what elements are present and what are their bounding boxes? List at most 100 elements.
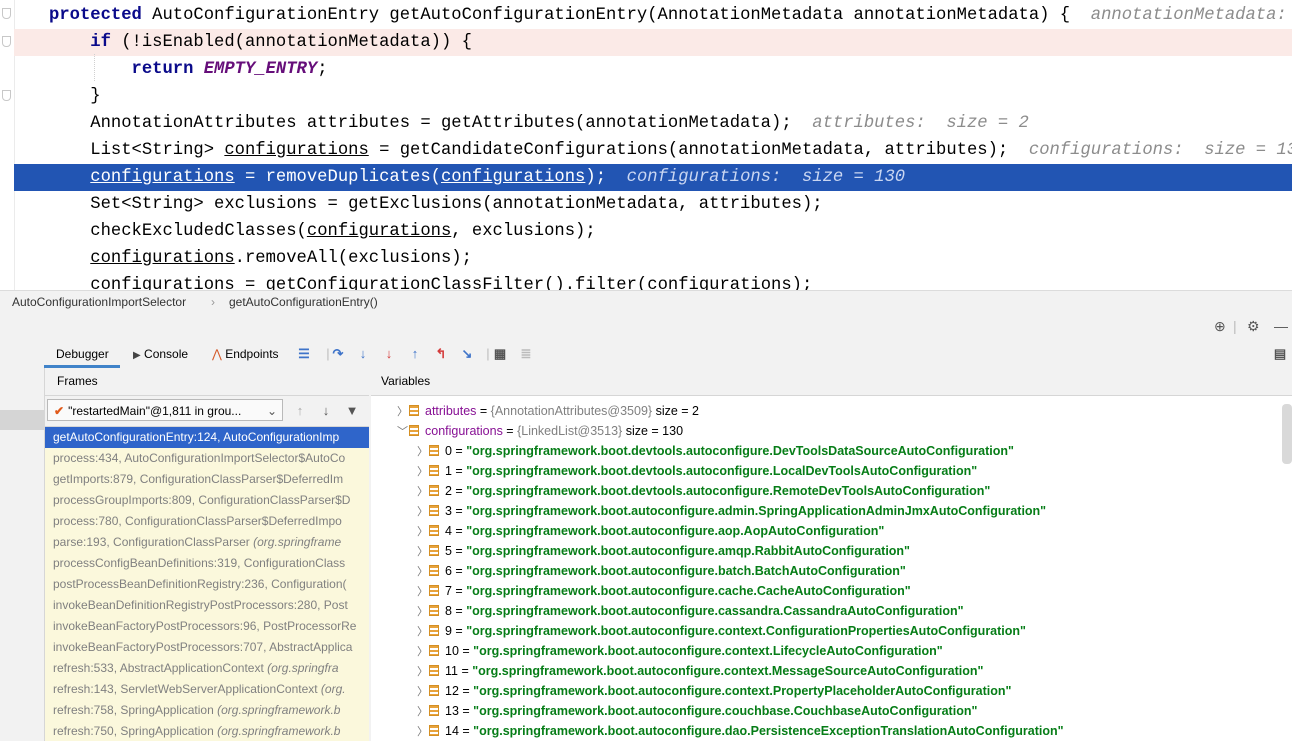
menu-icon[interactable]: ☰ <box>296 346 312 362</box>
fold-marker-icon[interactable] <box>2 36 11 47</box>
code-editor[interactable]: protected AutoConfigurationEntry getAuto… <box>0 0 1292 290</box>
code-line[interactable]: return EMPTY_ENTRY; <box>14 56 1292 83</box>
code-line[interactable]: Set<String> exclusions = getExclusions(a… <box>14 191 1292 218</box>
run-to-cursor-icon[interactable]: ↘ <box>459 346 475 362</box>
configuration-item[interactable]: 〉 10 = "org.springframework.boot.autoconf… <box>417 641 943 661</box>
code-line[interactable]: checkExcludedClasses(configurations, exc… <box>14 218 1292 245</box>
tab-debugger[interactable]: Debugger <box>44 340 120 368</box>
filter-icon[interactable]: ▼ <box>344 403 360 419</box>
configuration-item[interactable]: 〉 7 = "org.springframework.boot.autoconfi… <box>417 581 911 601</box>
chevron-right-icon[interactable]: 〉 <box>417 542 429 562</box>
step-over-icon[interactable]: ↷ <box>330 346 346 362</box>
layout-icon[interactable]: ▤ <box>1272 346 1288 362</box>
force-step-into-icon[interactable]: ↓ <box>381 346 397 362</box>
frame-item[interactable]: refresh:758, SpringApplication (org.spri… <box>45 700 369 721</box>
chevron-right-icon[interactable]: 〉 <box>397 402 409 422</box>
breadcrumb-class[interactable]: AutoConfigurationImportSelector <box>12 295 186 309</box>
arrow-down-icon[interactable]: ↓ <box>318 403 334 419</box>
frame-item[interactable]: getImports:879, ConfigurationClassParser… <box>45 469 369 490</box>
configuration-item[interactable]: 〉 3 = "org.springframework.boot.autoconfi… <box>417 501 1046 521</box>
code-line[interactable]: protected AutoConfigurationEntry getAuto… <box>14 2 1292 29</box>
trace-icon[interactable]: ≣ <box>518 346 534 362</box>
editor-gutter[interactable] <box>0 0 15 290</box>
chevron-right-icon[interactable]: 〉 <box>417 682 429 702</box>
arrow-up-icon[interactable]: ↑ <box>292 403 308 419</box>
configuration-item[interactable]: 〉 13 = "org.springframework.boot.autoconf… <box>417 701 977 721</box>
code-line[interactable]: } <box>14 83 1292 110</box>
item-index: 10 <box>445 644 459 658</box>
code-line[interactable]: configurations = removeDuplicates(config… <box>14 164 1292 191</box>
frame-item[interactable]: getAutoConfigurationEntry:124, AutoConfi… <box>45 427 369 448</box>
step-out-icon[interactable]: ↑ <box>407 346 423 362</box>
evaluate-expression-icon[interactable]: ▦ <box>492 346 508 362</box>
chevron-right-icon[interactable]: 〉 <box>417 562 429 582</box>
gear-icon[interactable]: ⚙ <box>1247 318 1260 335</box>
target-icon[interactable]: ⊕ <box>1214 318 1226 335</box>
configuration-item[interactable]: 〉 5 = "org.springframework.boot.autoconfi… <box>417 541 910 561</box>
configuration-item[interactable]: 〉 8 = "org.springframework.boot.autoconfi… <box>417 601 964 621</box>
chevron-right-icon[interactable]: 〉 <box>417 442 429 462</box>
code-token: return <box>131 60 204 79</box>
breadcrumb: AutoConfigurationImportSelector › getAut… <box>0 290 1292 313</box>
chevron-right-icon[interactable]: 〉 <box>417 642 429 662</box>
fold-marker-icon[interactable] <box>2 90 11 101</box>
frame-item[interactable]: postProcessBeanDefinitionRegistry:236, C… <box>45 574 369 595</box>
frame-item[interactable]: processGroupImports:809, ConfigurationCl… <box>45 490 369 511</box>
variable-attributes[interactable]: 〉 attributes = {AnnotationAttributes@3509… <box>397 401 699 421</box>
chevron-down-icon: ⌄ <box>266 404 277 418</box>
code-token: List<String> <box>90 141 225 160</box>
minimize-icon[interactable]: — <box>1274 318 1288 334</box>
chevron-right-icon[interactable]: 〉 <box>417 602 429 622</box>
code-text: List<String> configurations = getCandida… <box>49 137 1292 164</box>
configuration-item[interactable]: 〉 2 = "org.springframework.boot.devtools.… <box>417 481 990 501</box>
configuration-item[interactable]: 〉 0 = "org.springframework.boot.devtools.… <box>417 441 1014 461</box>
chevron-right-icon[interactable]: 〉 <box>417 722 429 741</box>
field-icon <box>429 685 439 696</box>
code-line[interactable]: List<String> configurations = getCandida… <box>14 137 1292 164</box>
frame-item[interactable]: invokeBeanFactoryPostProcessors:96, Post… <box>45 616 369 637</box>
chevron-right-icon[interactable]: 〉 <box>417 462 429 482</box>
tab-console[interactable]: ▶ Console <box>133 340 188 368</box>
code-line[interactable]: configurations = getConfigurationClassFi… <box>14 272 1292 290</box>
chevron-right-icon[interactable]: 〉 <box>417 702 429 722</box>
frame-item[interactable]: process:780, ConfigurationClassParser$De… <box>45 511 369 532</box>
configuration-item[interactable]: 〉 1 = "org.springframework.boot.devtools.… <box>417 461 977 481</box>
frame-item[interactable]: parse:193, ConfigurationClassParser (org… <box>45 532 369 553</box>
configuration-item[interactable]: 〉 12 = "org.springframework.boot.autoconf… <box>417 681 1011 701</box>
configuration-item[interactable]: 〉 4 = "org.springframework.boot.autoconfi… <box>417 521 884 541</box>
thread-select[interactable]: ✔ "restartedMain"@1,811 in grou... ⌄ <box>47 399 283 421</box>
chevron-right-icon[interactable]: 〉 <box>417 622 429 642</box>
frame-item[interactable]: refresh:533, AbstractApplicationContext … <box>45 658 369 679</box>
code-line[interactable]: AnnotationAttributes attributes = getAtt… <box>14 110 1292 137</box>
variable-configurations[interactable]: ﹀ configurations = {LinkedList@3513} size… <box>397 421 683 441</box>
variables-scrollbar[interactable] <box>1282 404 1292 464</box>
chevron-right-icon[interactable]: 〉 <box>417 522 429 542</box>
frame-item[interactable]: refresh:143, ServletWebServerApplication… <box>45 679 369 700</box>
frame-item[interactable]: invokeBeanFactoryPostProcessors:707, Abs… <box>45 637 369 658</box>
fold-marker-icon[interactable] <box>2 8 11 19</box>
chevron-right-icon[interactable]: 〉 <box>417 502 429 522</box>
code-line[interactable]: configurations.removeAll(exclusions); <box>14 245 1292 272</box>
configuration-item[interactable]: 〉 14 = "org.springframework.boot.autoconf… <box>417 721 1064 741</box>
frame-item[interactable]: refresh:750, SpringApplication (org.spri… <box>45 721 369 741</box>
step-into-icon[interactable]: ↓ <box>355 346 371 362</box>
chevron-right-icon[interactable]: 〉 <box>417 662 429 682</box>
configuration-item[interactable]: 〉 9 = "org.springframework.boot.autoconfi… <box>417 621 1026 641</box>
item-index: 6 <box>445 564 452 578</box>
chevron-right-icon[interactable]: 〉 <box>417 482 429 502</box>
configuration-item[interactable]: 〉 11 = "org.springframework.boot.autoconf… <box>417 661 983 681</box>
variable-size: size = 2 <box>655 404 700 418</box>
breadcrumb-method[interactable]: getAutoConfigurationEntry() <box>229 295 378 309</box>
frame-item[interactable]: process:434, AutoConfigurationImportSele… <box>45 448 369 469</box>
tab-endpoints[interactable]: ⋀ Endpoints <box>212 340 279 368</box>
configuration-item[interactable]: 〉 6 = "org.springframework.boot.autoconfi… <box>417 561 906 581</box>
frame-item[interactable]: processConfigBeanDefinitions:319, Config… <box>45 553 369 574</box>
code-line[interactable]: if (!isEnabled(annotationMetadata)) { <box>14 29 1292 56</box>
drop-frame-icon[interactable]: ↰ <box>433 346 449 362</box>
strip-selection <box>0 410 44 430</box>
chevron-right-icon[interactable]: 〉 <box>417 582 429 602</box>
frame-item[interactable]: invokeBeanDefinitionRegistryPostProcesso… <box>45 595 369 616</box>
chevron-down-icon[interactable]: ﹀ <box>397 422 409 442</box>
